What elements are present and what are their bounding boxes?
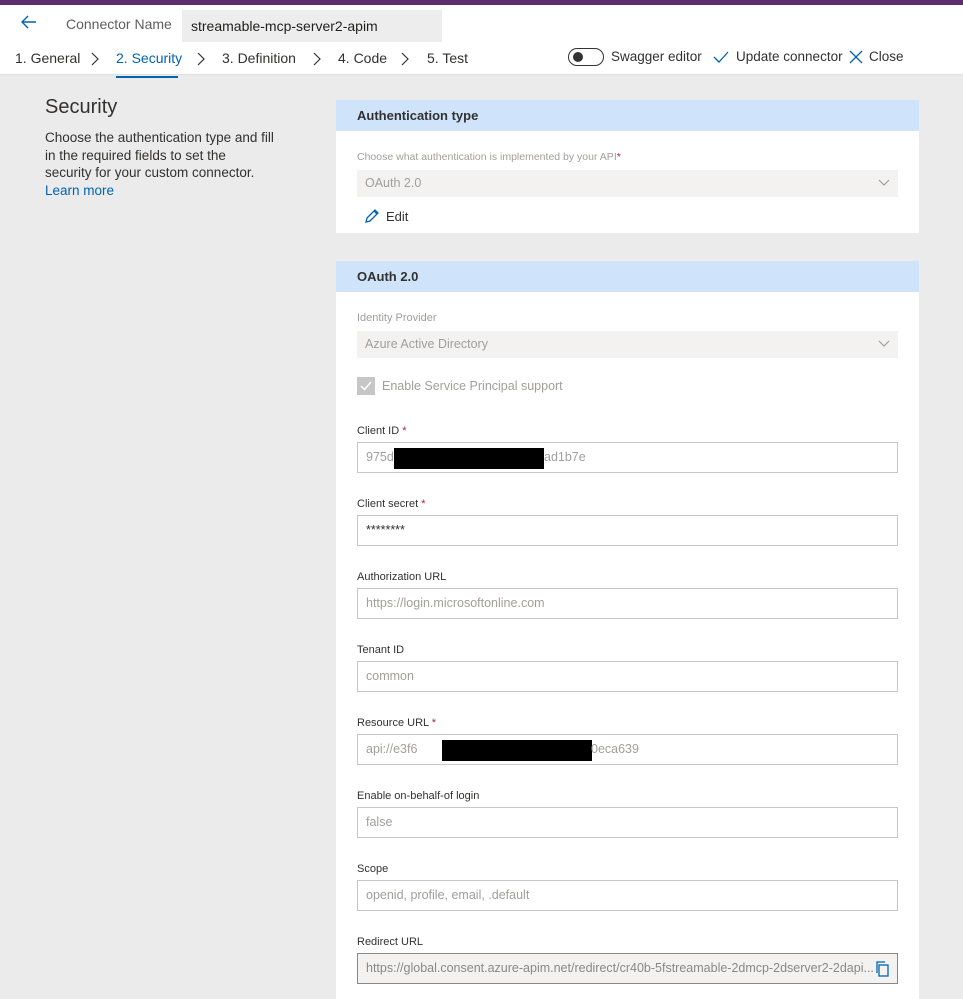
learn-more-link[interactable]: Learn more bbox=[45, 183, 114, 198]
redirect-url-field[interactable]: https://global.consent.azure-apim.net/re… bbox=[357, 953, 898, 984]
auth-type-value: OAuth 2.0 bbox=[365, 176, 422, 190]
arrow-left-icon bbox=[21, 15, 36, 29]
step-code[interactable]: 4. Code bbox=[338, 50, 387, 66]
client-id-value-end: ad1b7e bbox=[544, 450, 586, 464]
resource-url-value-end: 0eca639 bbox=[591, 742, 639, 756]
checkmark-icon bbox=[360, 381, 372, 391]
identity-provider-select[interactable]: Azure Active Directory bbox=[357, 331, 898, 358]
tenant-id-label: Tenant ID bbox=[357, 644, 405, 656]
client-id-value-start: 975d bbox=[366, 450, 394, 464]
resource-url-field[interactable]: api://e3f6 0eca639 bbox=[357, 734, 898, 765]
auth-type-prompt-text: Choose what authentication is implemente… bbox=[357, 151, 617, 163]
chevron-down-icon bbox=[878, 179, 890, 186]
resource-url-label: Resource URL * bbox=[357, 717, 436, 729]
back-button[interactable] bbox=[16, 11, 42, 33]
scope-label: Scope bbox=[357, 863, 389, 875]
auth-type-select[interactable]: OAuth 2.0 bbox=[357, 170, 898, 197]
service-principal-checkbox-row[interactable]: Enable Service Principal support bbox=[357, 377, 563, 395]
chevron-right-icon bbox=[313, 52, 321, 66]
identity-provider-label: Identity Provider bbox=[357, 312, 437, 324]
client-secret-label: Client secret * bbox=[357, 498, 425, 510]
redaction-bar bbox=[394, 448, 544, 469]
copy-icon[interactable] bbox=[875, 961, 889, 977]
swagger-editor-toggle[interactable] bbox=[568, 48, 604, 66]
header: Connector Name streamable-mcp-server2-ap… bbox=[0, 5, 963, 78]
scope-field[interactable]: openid, profile, email, .default bbox=[357, 880, 898, 911]
client-id-field[interactable]: 975d ad1b7e bbox=[357, 442, 898, 473]
client-secret-field[interactable]: ******** bbox=[357, 515, 898, 546]
client-secret-label-text: Client secret bbox=[357, 498, 419, 510]
service-principal-checkbox[interactable] bbox=[357, 377, 375, 395]
redirect-url-label: Redirect URL bbox=[357, 936, 424, 948]
chevron-right-icon bbox=[91, 52, 99, 66]
connector-name-label: Connector Name bbox=[66, 16, 172, 32]
edit-button[interactable]: Edit bbox=[364, 208, 408, 224]
close-button[interactable]: Close bbox=[869, 49, 904, 64]
update-connector-button[interactable]: Update connector bbox=[736, 49, 843, 64]
pencil-icon bbox=[365, 209, 379, 223]
client-id-label-text: Client ID bbox=[357, 425, 400, 437]
obo-login-field[interactable]: false bbox=[357, 807, 898, 838]
service-principal-label: Enable Service Principal support bbox=[382, 379, 563, 393]
required-mark: * bbox=[616, 151, 621, 163]
step-general[interactable]: 1. General bbox=[15, 50, 80, 66]
chevron-right-icon bbox=[401, 52, 409, 66]
edit-label: Edit bbox=[386, 208, 409, 224]
step-security[interactable]: 2. Security bbox=[116, 50, 182, 66]
step-test[interactable]: 5. Test bbox=[427, 50, 468, 66]
required-mark: * bbox=[402, 425, 407, 437]
checkmark-icon bbox=[713, 51, 729, 63]
security-description-panel: Security Choose the authentication type … bbox=[45, 96, 275, 199]
active-step-indicator bbox=[116, 76, 178, 78]
close-icon bbox=[849, 50, 863, 64]
tenant-id-field[interactable]: common bbox=[357, 661, 898, 692]
authorization-url-field[interactable]: https://login.microsoftonline.com bbox=[357, 588, 898, 619]
resource-url-value-start: api://e3f6 bbox=[366, 742, 418, 756]
panel-header: OAuth 2.0 bbox=[336, 261, 919, 292]
resource-url-label-text: Resource URL bbox=[357, 717, 429, 729]
authentication-type-panel: Authentication type Choose what authenti… bbox=[336, 100, 919, 233]
panel-header: Authentication type bbox=[336, 100, 919, 131]
obo-login-label: Enable on-behalf-of login bbox=[357, 790, 480, 802]
redirect-url-value: https://global.consent.azure-apim.net/re… bbox=[366, 961, 874, 975]
identity-provider-value: Azure Active Directory bbox=[365, 337, 488, 351]
chevron-right-icon bbox=[197, 52, 205, 66]
toggle-knob bbox=[573, 52, 583, 62]
required-mark: * bbox=[431, 717, 437, 729]
page-title: Security bbox=[45, 96, 118, 118]
required-mark: * bbox=[421, 498, 426, 510]
description-text: Choose the authentication type and fill … bbox=[45, 130, 274, 180]
authorization-url-label: Authorization URL bbox=[357, 571, 447, 583]
auth-type-prompt: Choose what authentication is implemente… bbox=[357, 151, 621, 163]
security-description: Choose the authentication type and fill … bbox=[45, 129, 275, 199]
step-definition[interactable]: 3. Definition bbox=[222, 50, 296, 66]
redaction-bar bbox=[442, 740, 592, 761]
swagger-editor-label[interactable]: Swagger editor bbox=[611, 49, 702, 64]
client-id-label: Client ID * bbox=[357, 425, 407, 437]
connector-name-input[interactable]: streamable-mcp-server2-apim bbox=[182, 10, 442, 42]
oauth-panel: OAuth 2.0 Identity Provider Azure Active… bbox=[336, 261, 919, 999]
chevron-down-icon bbox=[878, 340, 890, 347]
